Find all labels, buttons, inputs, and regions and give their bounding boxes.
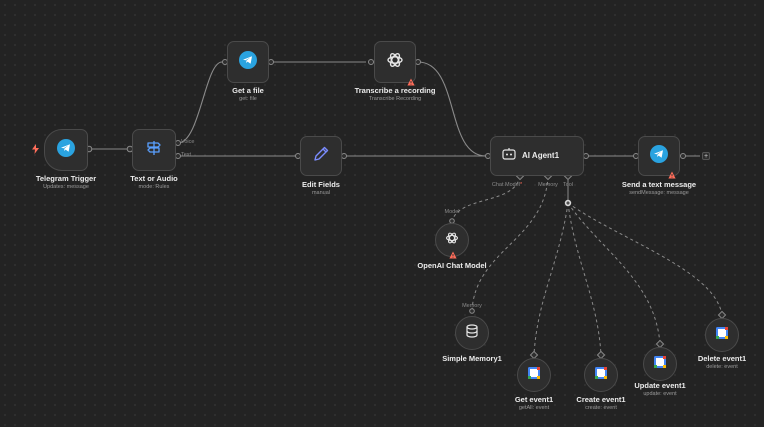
create-event-node[interactable] <box>584 358 618 392</box>
port-send-out <box>680 153 686 159</box>
simple-memory-node[interactable] <box>455 316 489 350</box>
robot-icon <box>502 147 516 165</box>
port-transcribe-out <box>415 59 421 65</box>
telegram-trigger-title: Telegram Trigger <box>35 174 97 183</box>
warning-icon <box>668 166 676 179</box>
create-event-subtitle: create: event <box>585 405 617 411</box>
text-or-audio-title: Text or Audio <box>130 174 178 183</box>
update-event-node[interactable] <box>643 347 677 381</box>
add-node-plus-icon[interactable]: + <box>702 152 710 160</box>
connection-tool-update <box>567 202 661 345</box>
connection-memory <box>471 175 549 312</box>
google-calendar-icon <box>654 355 666 373</box>
google-calendar-icon <box>595 366 607 384</box>
simple-memory-title: Simple Memory1 <box>442 354 502 363</box>
transcribe-subtitle: Transcribe Recording <box>368 96 422 102</box>
edit-fields-node[interactable] <box>300 136 342 176</box>
google-calendar-icon <box>528 366 540 384</box>
warning-icon <box>449 246 457 259</box>
text-or-audio-node[interactable] <box>132 129 176 171</box>
port-label-memory: Memory <box>538 182 558 188</box>
get-file-subtitle: get: file <box>239 96 257 102</box>
send-message-subtitle: sendMessage: message <box>629 190 689 196</box>
port-label-tool: Tool <box>562 182 574 188</box>
port-memory-out <box>469 308 475 314</box>
edit-fields-title: Edit Fields <box>302 180 340 189</box>
port-editfields-out <box>341 153 347 159</box>
connection-transcribe-agent <box>417 61 487 157</box>
get-file-node[interactable] <box>227 41 269 83</box>
port-label-memory-sub: Memory <box>462 303 482 309</box>
switch-icon <box>145 140 163 161</box>
port-label-chat-model: Chat Model* <box>491 182 523 188</box>
telegram-trigger-subtitle: Updates: message <box>43 184 89 190</box>
get-event-title: Get event1 <box>514 395 554 404</box>
port-switch-out-text <box>175 153 181 159</box>
telegram-trigger-node[interactable] <box>44 129 88 171</box>
update-event-subtitle: update: event <box>643 391 677 397</box>
pencil-icon <box>312 145 330 168</box>
connection-voice-getfile <box>177 61 223 144</box>
required-marker: * <box>520 182 523 188</box>
warning-icon <box>407 73 415 86</box>
delete-event-subtitle: delete: event <box>706 364 738 370</box>
get-event-node[interactable] <box>517 358 551 392</box>
delete-event-title: Delete event1 <box>697 354 747 363</box>
get-event-subtitle: getAll: event <box>518 405 550 411</box>
port-getfile-out <box>268 59 274 65</box>
ai-agent-title: AI Agent1 <box>522 151 560 160</box>
text-or-audio-subtitle: mode: Rules <box>138 184 170 190</box>
transcribe-title: Transcribe a recording <box>354 86 436 95</box>
output-label-text: Text <box>181 152 192 158</box>
port-switch-out-voice <box>175 140 181 146</box>
database-icon <box>466 323 478 343</box>
port-transcribe-in <box>368 59 374 65</box>
send-message-title: Send a text message <box>621 180 697 189</box>
openai-icon <box>386 51 404 74</box>
connection-tool-get <box>533 202 569 356</box>
tool-plus-icon <box>564 199 572 207</box>
port-agent-out <box>583 153 589 159</box>
delete-event-node[interactable] <box>705 318 739 352</box>
telegram-icon <box>57 138 75 162</box>
google-calendar-icon <box>716 326 728 344</box>
get-file-title: Get a file <box>232 86 264 95</box>
telegram-icon <box>650 144 668 168</box>
output-label-voice: Voice <box>181 139 195 145</box>
lightning-icon <box>32 144 39 156</box>
connection-tool-create <box>567 202 602 356</box>
openai-chat-model-title: OpenAI Chat Model <box>417 261 487 270</box>
telegram-icon <box>239 50 257 74</box>
create-event-title: Create event1 <box>576 395 626 404</box>
edit-fields-subtitle: manual <box>311 190 331 196</box>
port-label-model: Model <box>444 209 460 215</box>
update-event-title: Update event1 <box>634 381 686 390</box>
